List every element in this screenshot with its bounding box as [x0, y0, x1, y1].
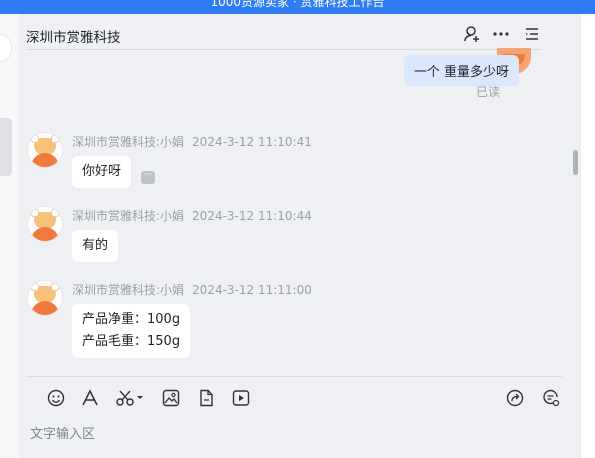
read-status: 已读: [475, 85, 500, 99]
scissors-icon[interactable]: [115, 388, 145, 408]
message-bubble: 你好呀: [72, 156, 132, 188]
font-icon[interactable]: [80, 388, 100, 408]
message-meta: 深圳市赏雅科技:小娟 2024-3-12 11:10:44: [72, 207, 312, 224]
message-meta: 深圳市赏雅科技:小娟 2024-3-12 11:11:00: [72, 281, 312, 298]
chat-settings-icon[interactable]: [541, 388, 561, 408]
outgoing-message: 一个 重量多少呀: [403, 55, 519, 86]
avatar[interactable]: [27, 280, 63, 316]
video-icon[interactable]: [231, 388, 251, 408]
message-bubble: 有的: [72, 230, 119, 262]
window-title-bar: 1000货源卖家 · 赏雅科技工作台: [0, 0, 595, 14]
composer-divider: [26, 376, 562, 377]
selected-conversation[interactable]: [0, 118, 12, 176]
message-time: 2024-3-12 11:10:41: [192, 135, 312, 149]
message-line: 有的: [82, 238, 109, 253]
conversation-list-edge: [0, 14, 24, 458]
right-edge: [581, 14, 595, 458]
sender-name: 深圳市赏雅科技:小娟: [72, 283, 185, 297]
emoji-icon[interactable]: [46, 388, 66, 408]
list-icon[interactable]: [522, 24, 542, 44]
sender-name: 深圳市赏雅科技:小娟: [72, 209, 185, 223]
message-bubble: 产品净重：100g 产品毛重：150g: [72, 304, 191, 358]
avatar[interactable]: [27, 132, 63, 168]
message-line: 产品净重：100g: [82, 312, 181, 327]
sender-name: 深圳市赏雅科技:小娟: [72, 135, 185, 149]
share-icon[interactable]: [505, 388, 525, 408]
chat-title: 深圳市赏雅科技: [26, 30, 121, 46]
more-icon[interactable]: [491, 24, 511, 44]
chat-header: 深圳市赏雅科技: [26, 20, 542, 50]
message-input[interactable]: 文字输入区: [30, 423, 95, 442]
image-icon[interactable]: [161, 388, 181, 408]
add-user-icon[interactable]: [462, 24, 482, 44]
message-line: 产品毛重：150g: [82, 334, 181, 349]
window-title: 1000货源卖家 · 赏雅科技工作台: [210, 0, 385, 9]
message-time: 2024-3-12 11:11:00: [192, 283, 312, 297]
more-chip[interactable]: ···: [141, 171, 155, 184]
message-time: 2024-3-12 11:10:44: [192, 209, 312, 223]
file-icon[interactable]: [196, 388, 216, 408]
avatar[interactable]: [27, 206, 63, 242]
message-line: 你好呀: [82, 164, 122, 179]
conversation-avatar[interactable]: [0, 34, 12, 62]
chat-scrollbar[interactable]: [573, 150, 578, 175]
message-meta: 深圳市赏雅科技:小娟 2024-3-12 11:10:41: [72, 133, 312, 150]
